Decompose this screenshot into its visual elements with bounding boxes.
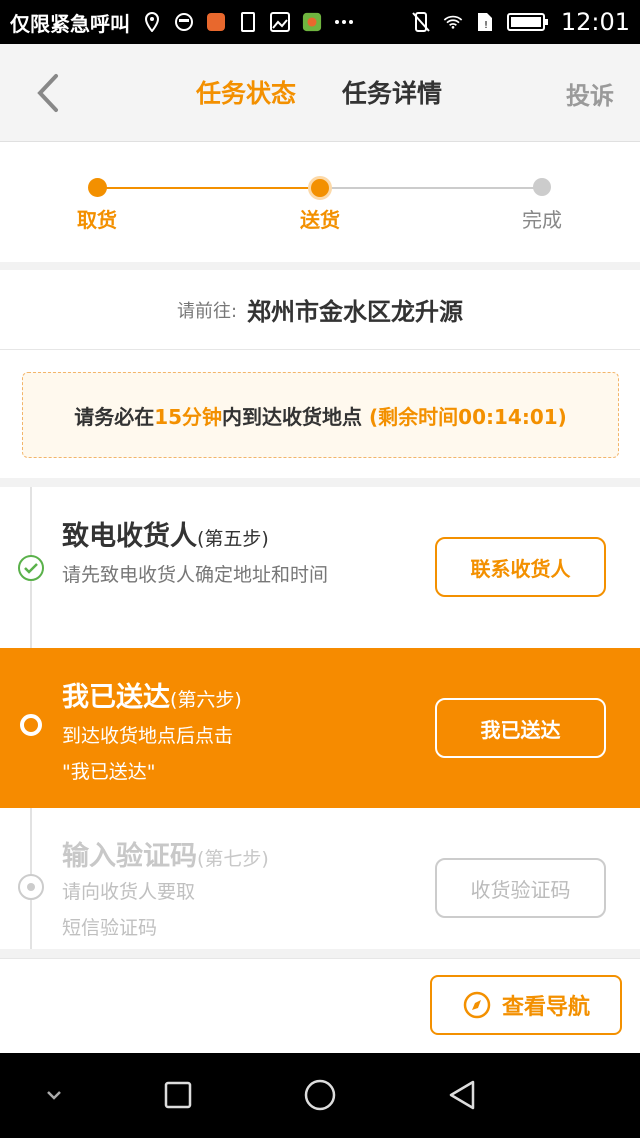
destination-row: 请前往: 郑州市金水区龙升源: [0, 270, 640, 350]
recent-apps-icon[interactable]: [158, 1075, 198, 1115]
destination-label: 请前往:: [176, 300, 238, 322]
contact-receiver-button[interactable]: 联系收货人: [435, 537, 606, 597]
step-description: 请向收货人要取 短信验证码: [62, 874, 195, 946]
step-number: (第六步): [170, 689, 242, 711]
system-nav-bar: [0, 1053, 640, 1138]
progress-dot-complete: [533, 178, 551, 196]
step-desc-line: 请向收货人要取: [62, 881, 196, 903]
step-title: 输入验证码(第七步): [62, 834, 269, 873]
destination-address: 郑州市金水区龙升源: [247, 298, 464, 326]
step-number: (第五步): [197, 528, 269, 550]
back-button[interactable]: [28, 72, 68, 114]
progress-label-pickup: 取货: [77, 208, 117, 232]
notice-middle: 内到达收货地点: [222, 404, 363, 429]
bottom-bar: 查看导航: [0, 958, 640, 1053]
app-notification-icon: [206, 12, 226, 32]
step-description: 到达收货地点后点击 "我已送达": [62, 718, 233, 790]
step-title-text: 我已送达: [62, 682, 170, 713]
check-icon: [18, 555, 44, 581]
chevron-left-icon: [37, 74, 58, 112]
home-icon[interactable]: [300, 1075, 340, 1115]
step-enter-code: 输入验证码(第七步) 请向收货人要取 短信验证码 收货验证码: [0, 808, 640, 949]
progress-label-delivery: 送货: [300, 208, 340, 232]
svg-text:!: !: [484, 20, 488, 31]
image-icon: [270, 12, 290, 32]
step-title-text: 致电收货人: [62, 521, 197, 552]
view-navigation-label: 查看导航: [501, 995, 590, 1020]
step-desc-line: "我已送达": [62, 761, 156, 783]
step-desc-line: 短信验证码: [62, 917, 158, 939]
clock: 12:01: [560, 8, 630, 36]
deadline-notice: 请务必在 15分钟 内到达收货地点 (剩余时间00:14:01): [22, 372, 619, 458]
back-triangle-icon[interactable]: [442, 1075, 482, 1115]
notice-deadline: 15分钟: [154, 404, 223, 429]
no-sim-icon: !: [475, 12, 495, 32]
notice-section: 请务必在 15分钟 内到达收货地点 (剩余时间00:14:01): [0, 350, 640, 478]
battery-icon: [506, 12, 549, 32]
step-list: 致电收货人(第五步) 请先致电收货人确定地址和时间 联系收货人 我已送达(第六步…: [0, 487, 640, 949]
step-desc-line: 到达收货地点后点击: [62, 725, 234, 747]
progress-line-pending: [320, 187, 542, 189]
location-icon: [142, 12, 162, 32]
progress-dot-delivery: [308, 176, 332, 200]
app-store-icon: [302, 12, 322, 32]
step-number: (第七步): [197, 848, 269, 870]
step-title: 致电收货人(第五步): [62, 514, 269, 553]
step-description: 请先致电收货人确定地址和时间: [62, 557, 328, 593]
step-delivered: 我已送达(第六步) 到达收货地点后点击 "我已送达" 我已送达: [0, 648, 640, 808]
wifi-icon: [443, 12, 463, 32]
verification-code-button[interactable]: 收货验证码: [435, 858, 606, 918]
step-title-text: 输入验证码: [62, 841, 197, 872]
sim-icon: [238, 12, 258, 32]
carrier-text: 仅限紧急呼叫: [10, 11, 130, 36]
progress-label-complete: 完成: [522, 208, 562, 232]
vibrate-icon: [411, 12, 431, 32]
tab-task-detail[interactable]: 任务详情: [342, 74, 442, 110]
delivered-button[interactable]: 我已送达: [435, 698, 606, 758]
progress-dot-pickup: [88, 178, 107, 197]
view-navigation-button[interactable]: 查看导航: [430, 975, 622, 1035]
step-desc-line: 请先致电收货人确定地址和时间: [62, 564, 329, 586]
step-call-receiver: 致电收货人(第五步) 请先致电收货人确定地址和时间 联系收货人: [0, 487, 640, 648]
header-bar: 任务状态 任务详情 投诉: [0, 44, 640, 142]
current-step-icon: [20, 714, 42, 736]
compass-icon: [463, 991, 491, 1019]
step-title: 我已送达(第六步): [62, 675, 242, 714]
tab-task-status[interactable]: 任务状态: [196, 74, 296, 110]
progress-tracker: 取货 送货 完成: [0, 142, 640, 262]
more-icon: [334, 12, 354, 32]
complain-button[interactable]: 投诉: [566, 76, 614, 111]
status-bar: 仅限紧急呼叫 ! 12:01: [0, 0, 640, 44]
notice-prefix: 请务必在: [74, 404, 155, 429]
progress-line-done: [97, 187, 320, 189]
remaining-time: (剩余时间00:14:01): [369, 404, 567, 429]
face-icon: [174, 12, 194, 32]
chevron-down-icon[interactable]: [34, 1075, 74, 1115]
pending-step-icon: [18, 874, 44, 900]
